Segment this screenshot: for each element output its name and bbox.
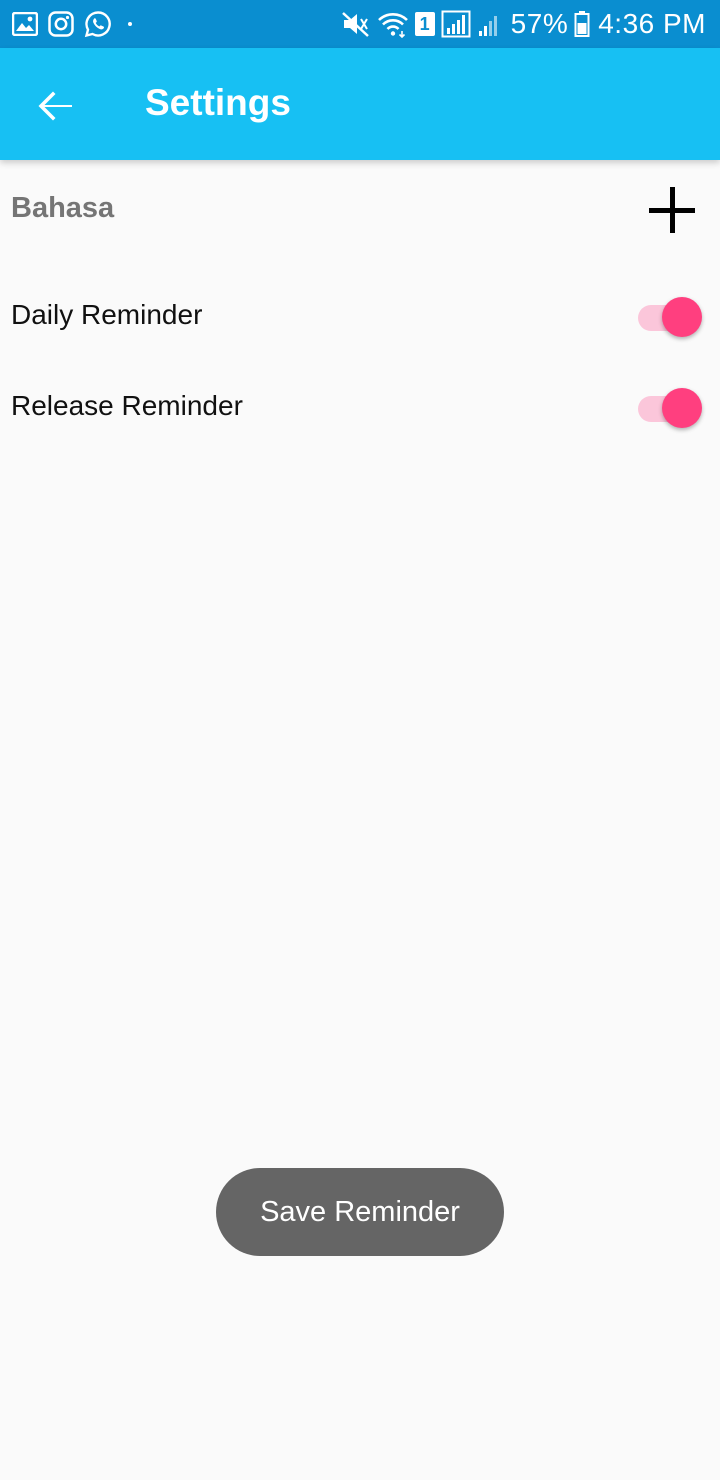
clock: 4:36 PM: [598, 8, 706, 39]
wifi-icon: [377, 13, 408, 38]
page-title: Settings: [145, 82, 291, 123]
signal-icon-2: [478, 16, 497, 36]
more-dot-icon: [128, 22, 132, 26]
gallery-icon: [12, 12, 38, 36]
status-bar: 1 57% 4:36 PM: [0, 0, 720, 48]
mute-icon: [341, 12, 369, 37]
plus-icon: [649, 187, 695, 233]
sim-badge: 1: [414, 12, 435, 36]
daily-reminder-row: Daily Reminder: [0, 277, 720, 357]
daily-reminder-label: Daily Reminder: [11, 299, 203, 330]
app-bar: Settings: [0, 48, 720, 160]
language-setting-row: Bahasa: [0, 180, 720, 240]
release-reminder-row: Release Reminder: [0, 368, 720, 448]
notification-icons: [12, 10, 132, 38]
battery-percent: 57%: [510, 8, 569, 39]
signal-icon: [441, 10, 471, 38]
switch-thumb: [662, 297, 702, 337]
instagram-icon: [48, 11, 74, 37]
daily-reminder-switch[interactable]: [636, 294, 706, 340]
add-language-button[interactable]: [646, 184, 698, 236]
arrow-back-icon: [38, 91, 72, 121]
language-label: Bahasa: [11, 192, 115, 224]
whatsapp-icon: [84, 11, 111, 38]
battery-icon: [574, 11, 590, 37]
switch-thumb: [662, 388, 702, 428]
release-reminder-switch[interactable]: [636, 385, 706, 431]
toast-text: Save Reminder: [260, 1195, 460, 1228]
toast-message: Save Reminder: [216, 1168, 504, 1256]
release-reminder-label: Release Reminder: [11, 390, 243, 421]
system-icons: 1 57% 4:36 PM: [335, 8, 706, 40]
back-button[interactable]: [32, 82, 80, 130]
